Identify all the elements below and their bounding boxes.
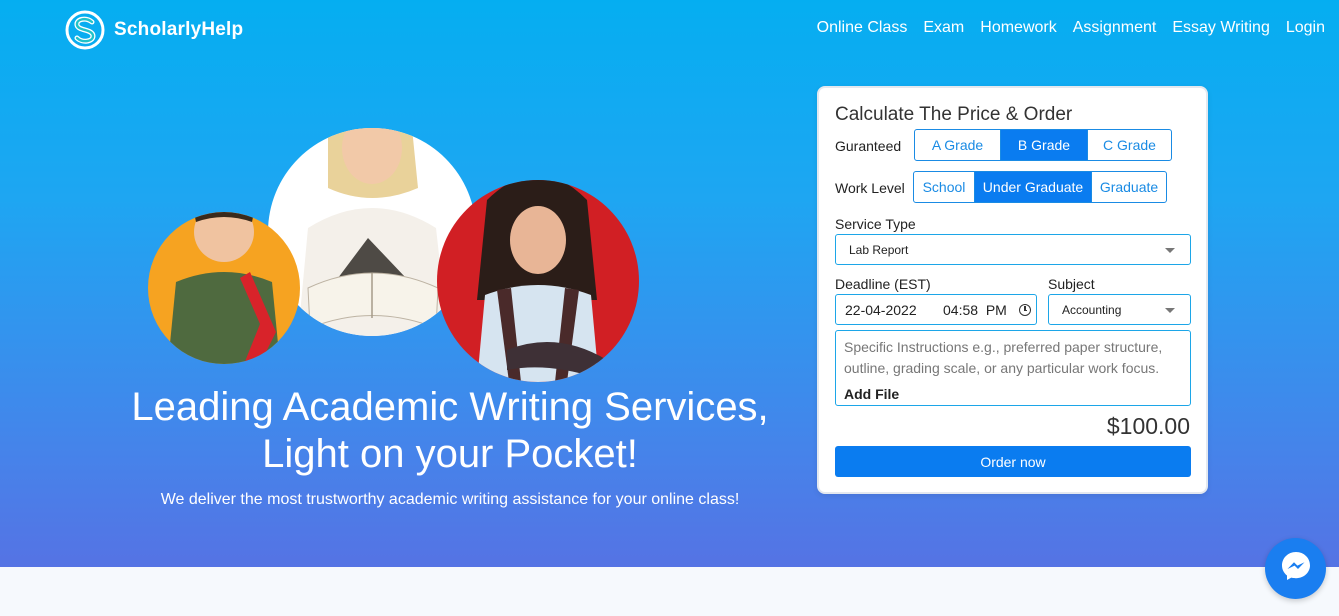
- clock-icon[interactable]: [1019, 304, 1031, 316]
- hero-headline-line2: Light on your Pocket!: [262, 432, 638, 476]
- service-type-value: Lab Report: [849, 242, 909, 257]
- order-now-button[interactable]: Order now: [835, 446, 1191, 477]
- instructions-textarea[interactable]: [844, 337, 1182, 381]
- nav-homework[interactable]: Homework: [980, 19, 1056, 37]
- student-photo-boy-backpack: [148, 212, 300, 364]
- page-bottom-strip: [0, 567, 1339, 616]
- messenger-chat-button[interactable]: [1265, 538, 1326, 599]
- calculator-title: Calculate The Price & Order: [835, 104, 1073, 125]
- subject-value: Accounting: [1062, 302, 1122, 317]
- nav-online-class[interactable]: Online Class: [817, 19, 908, 37]
- service-type-label: Service Type: [835, 216, 916, 232]
- subject-select[interactable]: Accounting: [1048, 294, 1191, 325]
- scholarlyhelp-logo-icon: [64, 10, 106, 50]
- nav-essay-writing[interactable]: Essay Writing: [1172, 19, 1270, 37]
- grade-option-a[interactable]: A Grade: [915, 130, 1000, 160]
- work-level-selector: School Under Graduate Graduate: [913, 171, 1167, 203]
- brand-logo[interactable]: ScholarlyHelp: [64, 10, 243, 50]
- hero-headline-line1: Leading Academic Writing Services,: [131, 385, 769, 429]
- chevron-down-icon: [1165, 308, 1175, 313]
- instructions-box: Add File: [835, 330, 1191, 406]
- guaranteed-label: Guranteed: [835, 138, 902, 154]
- subject-label: Subject: [1048, 276, 1095, 292]
- nav-assignment[interactable]: Assignment: [1073, 19, 1157, 37]
- deadline-label: Deadline (EST): [835, 276, 931, 292]
- nav-login[interactable]: Login: [1286, 19, 1325, 37]
- add-file-link[interactable]: Add File: [844, 386, 1182, 402]
- deadline-time: 04:58 PM: [943, 302, 1007, 318]
- grade-selector: A Grade B Grade C Grade: [914, 129, 1172, 161]
- brand-name: ScholarlyHelp: [114, 19, 244, 40]
- chevron-down-icon: [1165, 248, 1175, 253]
- hero-headline: Leading Academic Writing Services, Light…: [100, 384, 800, 478]
- grade-option-c[interactable]: C Grade: [1087, 130, 1171, 160]
- work-level-graduate[interactable]: Graduate: [1091, 172, 1166, 202]
- service-type-select[interactable]: Lab Report: [835, 234, 1191, 265]
- messenger-icon: [1279, 549, 1313, 588]
- work-level-undergraduate[interactable]: Under Graduate: [974, 172, 1091, 202]
- main-nav: Online Class Exam Homework Assignment Es…: [817, 19, 1325, 37]
- deadline-date: 22-04-2022: [845, 302, 917, 318]
- grade-option-b[interactable]: B Grade: [1000, 130, 1087, 160]
- nav-exam[interactable]: Exam: [923, 19, 964, 37]
- student-photo-girl-reading: [437, 180, 639, 382]
- work-level-school[interactable]: School: [914, 172, 974, 202]
- hero-headline-block: Leading Academic Writing Services, Light…: [100, 384, 800, 509]
- order-price: $100.00: [1106, 413, 1190, 439]
- price-calculator-card: Calculate The Price & Order Guranteed A …: [817, 86, 1208, 494]
- deadline-datetime-input[interactable]: 22-04-2022 04:58 PM: [835, 294, 1037, 325]
- hero-subheadline: We deliver the most trustworthy academic…: [160, 491, 740, 508]
- work-level-label: Work Level: [835, 180, 905, 196]
